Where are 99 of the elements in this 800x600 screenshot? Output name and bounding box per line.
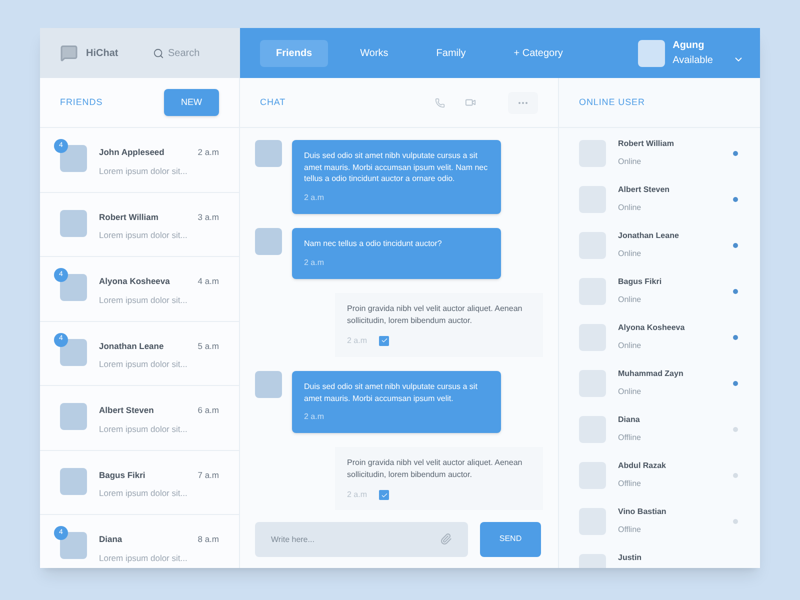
- read-receipt-icon: [379, 336, 390, 346]
- message-time: 2 a.m: [198, 146, 219, 159]
- user-name: Muhammad Zayn: [618, 368, 684, 380]
- message-time: 3 a.m: [198, 210, 219, 224]
- message-preview: Lorem ipsum dolor sit...: [99, 487, 188, 500]
- chat-logo-icon: [60, 44, 78, 62]
- online-user-row[interactable]: Robert William Online: [579, 140, 740, 186]
- online-users-heading: ONLINE USER: [579, 96, 645, 109]
- sender-photo-placeholder: [255, 140, 282, 167]
- friend-name: Jonathan Leane: [99, 340, 164, 352]
- friend-photo-placeholder: [60, 468, 87, 494]
- message-time: 5 a.m: [198, 340, 219, 352]
- message-time: 2 a.m: [304, 192, 326, 204]
- read-receipt-icon: [379, 490, 390, 500]
- message-time: 2 a.m: [347, 489, 368, 502]
- presence-status: Online: [618, 248, 642, 260]
- friend-name: Alyona Kosheeva: [99, 275, 170, 288]
- user-photo-placeholder: [579, 416, 606, 443]
- more-options-button[interactable]: [508, 92, 538, 114]
- user-status: Available: [672, 54, 713, 68]
- message-preview: Lorem ipsum dolor sit...: [99, 164, 188, 178]
- message-time: 7 a.m: [198, 468, 219, 482]
- user-name: Justin: [618, 552, 642, 564]
- online-user-row[interactable]: Vino Bastian Offline: [579, 508, 740, 554]
- message-preview: Lorem ipsum dolor sit...: [99, 552, 188, 564]
- user-name: Abdul Razak: [618, 460, 666, 472]
- online-user-row[interactable]: Bagus Fikri Online: [579, 278, 740, 324]
- online-user-row[interactable]: Jonathan Leane Online: [579, 232, 740, 278]
- user-photo-placeholder: [579, 462, 606, 489]
- message-preview: Lorem ipsum dolor sit...: [99, 422, 188, 436]
- friend-photo-placeholder: [60, 210, 87, 236]
- friend-name: Bagus Fikri: [99, 468, 146, 482]
- friend-row[interactable]: Albert Steven 6 a.m Lorem ipsum dolor sit...: [40, 386, 239, 450]
- friends-heading: FRIENDS: [60, 96, 103, 109]
- friend-name: John Appleseed: [99, 146, 164, 159]
- online-user-row[interactable]: Albert Steven Online: [579, 186, 740, 232]
- message-time: 4 a.m: [198, 275, 219, 288]
- message-time: 2 a.m: [304, 411, 326, 424]
- online-user-row[interactable]: Diana Offline: [579, 416, 740, 462]
- message-input[interactable]: Write here...: [255, 522, 468, 556]
- chat-heading: CHAT: [260, 96, 286, 109]
- user-name: Agung: [672, 39, 706, 53]
- user-photo-placeholder: [579, 324, 606, 351]
- message-preview: Lorem ipsum dolor sit...: [99, 294, 188, 306]
- message-preview: Lorem ipsum dolor sit...: [99, 229, 188, 242]
- user-photo-placeholder: [579, 186, 606, 213]
- online-user-row[interactable]: Justin: [579, 554, 740, 568]
- online-user-row[interactable]: Abdul Razak Offline: [579, 462, 740, 508]
- friend-photo-placeholder: [60, 532, 87, 559]
- friend-photo-placeholder: [60, 403, 87, 430]
- presence-status: Online: [618, 386, 642, 398]
- user-photo-placeholder: [579, 140, 606, 167]
- message-time: 8 a.m: [198, 533, 219, 546]
- user-name: Alyona Kosheeva: [618, 322, 685, 334]
- presence-status: Offline: [618, 432, 641, 444]
- paperclip-icon[interactable]: [440, 532, 452, 544]
- message-text: Duis sed odio sit amet nibh vulputate cursus a sit amet mauris. Morbi accumsan ipsum velit.: [304, 380, 478, 404]
- user-photo-placeholder: [579, 370, 606, 397]
- user-photo-placeholder: [579, 508, 606, 535]
- friend-name: Diana: [99, 533, 122, 546]
- message-text: Nam nec tellus a odio tincidunt auctor?: [304, 238, 443, 250]
- online-user-row[interactable]: Muhammad Zayn Online: [579, 370, 740, 416]
- user-name: Jonathan Leane: [618, 230, 679, 242]
- user-name: Diana: [618, 414, 641, 426]
- friend-row[interactable]: Bagus Fikri 7 a.m Lorem ipsum dolor sit...: [40, 450, 239, 515]
- friend-name: Albert Steven: [99, 404, 154, 417]
- user-avatar: [638, 40, 665, 66]
- user-photo-placeholder: [579, 278, 606, 305]
- friend-photo-placeholder: [60, 338, 87, 366]
- friend-photo-placeholder: [60, 145, 87, 172]
- presence-status: Offline: [618, 524, 642, 536]
- message-text: Proin gravida nibh vel velit auctor aliquet. Aenean sollicitudin, lorem bibendum auctor.: [347, 302, 524, 327]
- phone-icon[interactable]: [435, 98, 445, 108]
- presence-status: Online: [618, 340, 642, 352]
- online-user-row[interactable]: Alyona Kosheeva Online: [579, 324, 740, 370]
- user-name: Robert William: [618, 138, 674, 150]
- video-camera-icon[interactable]: [465, 97, 476, 108]
- message-time: 2 a.m: [304, 256, 326, 269]
- search-icon: [153, 48, 164, 58]
- user-name: Albert Steven: [618, 184, 670, 196]
- user-name: Bagus Fikri: [618, 276, 662, 288]
- user-photo-placeholder: [579, 232, 606, 259]
- message-time: 6 a.m: [198, 404, 219, 417]
- friend-name: Robert William: [99, 210, 158, 224]
- message-text: Proin gravida nibh vel velit auctor aliquet. Aenean sollicitudin, lorem bibendum auctor.: [347, 457, 524, 482]
- friend-photo-placeholder: [60, 274, 87, 301]
- sender-photo-placeholder: [255, 228, 282, 256]
- search-field[interactable]: Search: [168, 46, 220, 60]
- message-preview: Lorem ipsum dolor sit...: [99, 358, 188, 371]
- presence-status: Online: [618, 294, 642, 306]
- presence-status: Online: [618, 202, 642, 214]
- message-text: Duis sed odio sit amet nibh vulputate cursus a sit amet mauris. Morbi accumsan ipsum velit. Nam nec tellus a odio tincidunt auctor a ornare odio.: [304, 150, 489, 186]
- presence-status: Offline: [618, 478, 642, 490]
- message-time: 2 a.m: [347, 334, 368, 347]
- sender-photo-placeholder: [255, 370, 282, 398]
- friend-row[interactable]: Robert William 3 a.m Lorem ipsum dolor sit...: [40, 192, 239, 257]
- presence-status: Online: [618, 156, 642, 168]
- app-name: HiChat: [86, 46, 118, 60]
- user-name: Vino Bastian: [618, 506, 666, 518]
